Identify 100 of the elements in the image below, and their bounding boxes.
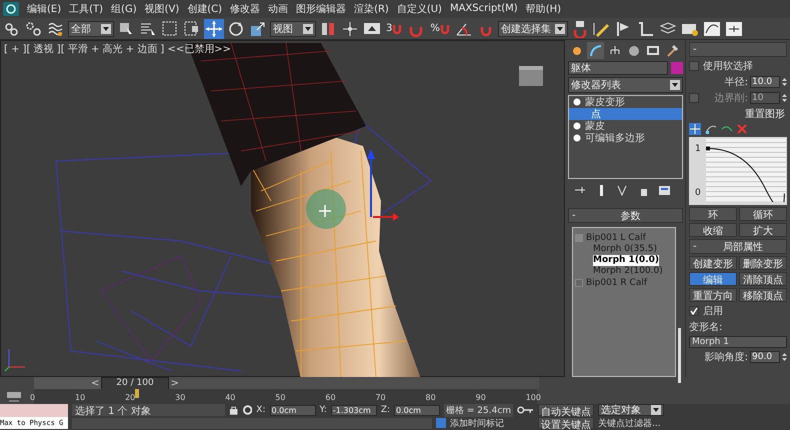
menu-item[interactable]: 编辑(E) — [26, 2, 62, 16]
rollout-header[interactable]: - 参数 — [568, 208, 683, 224]
selection-button[interactable]: 环 — [689, 207, 737, 222]
object-name-field[interactable]: 躯体 — [568, 61, 668, 76]
auto-key-button[interactable]: 自动关键点 — [538, 404, 594, 416]
tree-item[interactable]: Morph 1(0.0) — [593, 255, 659, 266]
dropdown-arrow-icon — [303, 24, 313, 34]
field-label: 影响角度: — [704, 350, 748, 364]
time-slider-track[interactable]: < 20 / 100 > — [34, 377, 539, 390]
key-icon — [517, 405, 534, 416]
tick-label: 60 — [325, 393, 336, 402]
next-frame-button[interactable]: > — [170, 378, 179, 389]
menu-item[interactable]: 图形编辑器 — [295, 2, 348, 16]
morph-button[interactable]: 移除顶点 — [739, 288, 787, 302]
menu-item[interactable]: 工具(T) — [68, 2, 104, 16]
menu-item[interactable]: 自定义(U) — [396, 2, 443, 16]
time-tag-icon — [436, 418, 446, 428]
collapse-sign[interactable]: - — [693, 241, 697, 252]
morph-button[interactable]: 清除顶点 — [739, 272, 787, 286]
rollout-title: 参数 — [619, 210, 642, 223]
dropdown[interactable]: 视图 — [270, 20, 316, 37]
dropdown[interactable]: 全部 — [68, 20, 114, 37]
coordinate-field[interactable]: 0.0cm — [394, 404, 440, 416]
menu-item[interactable]: 视图(V) — [144, 2, 180, 16]
tick-label: 50 — [275, 393, 286, 402]
snap-toggle[interactable]: 3 — [384, 20, 404, 38]
number-field[interactable]: 90.0 — [750, 351, 780, 364]
disc-icon — [626, 44, 640, 58]
coordinate-field[interactable]: -1.303cm — [330, 404, 377, 416]
coordinate-label: Y: — [320, 405, 327, 416]
magnet-icon — [392, 22, 402, 35]
checkbox[interactable] — [689, 61, 699, 72]
stack-item[interactable]: 可编辑多边形 — [569, 132, 682, 144]
checkbox[interactable] — [689, 306, 699, 316]
coordinate-field[interactable]: 0.0cm — [270, 404, 316, 416]
previous-frame-button[interactable]: < — [91, 378, 100, 389]
stack-item[interactable]: 点 — [569, 108, 682, 120]
number-field[interactable]: 10.0 — [750, 76, 780, 88]
key-filters-link[interactable]: 关键点过滤器... — [598, 416, 661, 430]
menu-item[interactable]: 创建(C) — [186, 2, 224, 16]
viewport-label[interactable]: [ + ][ 透视 ][ 平滑 + 高光 + 边面 ] <<已禁用>> — [4, 42, 232, 56]
stack-item[interactable]: 蒙皮 — [569, 120, 682, 132]
add-time-tag-link[interactable]: 添加时间标记 — [450, 416, 504, 430]
menu-item[interactable]: 动画 — [267, 2, 290, 16]
axis-label: 1 — [694, 144, 702, 154]
morph-button[interactable]: 重置方向 — [689, 288, 737, 302]
move-icon — [205, 20, 223, 38]
expand-toggle[interactable] — [575, 279, 583, 288]
menu-item[interactable]: 帮助(H) — [524, 2, 562, 16]
morph-button[interactable]: 创建变形 — [689, 256, 737, 270]
tick-label: 70 — [375, 393, 386, 402]
morph-button[interactable]: 编辑 — [689, 272, 737, 286]
curve-point-icon — [705, 123, 717, 136]
grid-size-status: 栅格 = 25.4cm — [444, 404, 514, 417]
reset-graph-button[interactable]: 重置图形 — [743, 107, 787, 122]
field-label: 边界削: — [714, 92, 748, 106]
snap-toggle[interactable]: % — [428, 20, 452, 38]
coordinate-label: Z: — [380, 405, 390, 416]
expand-toggle[interactable] — [575, 234, 583, 242]
key-mode-dropdown[interactable]: 选定对象 — [598, 404, 664, 416]
bulb-icon — [573, 98, 581, 106]
panel-tab[interactable] — [587, 42, 604, 60]
selection-button[interactable]: 循环 — [739, 207, 787, 222]
axis-tripod-icon — [4, 348, 26, 372]
selection-button[interactable]: 扩大 — [739, 223, 787, 238]
dashed-rect-icon — [161, 20, 179, 38]
pivot-icon — [341, 20, 359, 38]
rotate-icon — [227, 20, 245, 38]
menu-item[interactable]: 修改器 — [229, 2, 262, 16]
spinner-arrows-icon — [782, 352, 787, 362]
collapse-sign[interactable]: - — [693, 44, 697, 56]
tick-label: 90 — [476, 393, 486, 402]
set-key-button[interactable]: 设置关键点 — [538, 417, 594, 430]
scrollbar[interactable] — [678, 328, 681, 384]
tick-label: 20 — [125, 393, 136, 402]
time-marker-icon — [134, 389, 139, 398]
rollout-header[interactable]: - 局部属性 — [689, 239, 787, 254]
menu-item[interactable]: 渲染(R) — [353, 2, 390, 16]
menu-item[interactable]: 组(G) — [110, 2, 138, 16]
modifier-list-dropdown[interactable]: 修改器列表 — [568, 77, 683, 94]
unlink-icon — [25, 20, 43, 38]
coordinate-label: X: — [256, 405, 266, 416]
morph-button[interactable]: 删除变形 — [739, 256, 787, 270]
app-logo-icon — [2, 0, 20, 17]
checkbox-label: 启用 — [703, 304, 723, 318]
rollout-header[interactable]: - — [689, 42, 787, 58]
checkbox-label: 使用软选择 — [703, 60, 753, 74]
menu-item[interactable]: MAXScript(M) — [448, 3, 519, 14]
selection-button[interactable]: 收缩 — [689, 223, 737, 238]
viewport[interactable]: [ + ][ 透视 ][ 平滑 + 高光 + 边面 ] <<已禁用>> — [0, 40, 565, 378]
object-color-swatch[interactable] — [671, 62, 683, 74]
collapse-sign[interactable]: - — [572, 210, 576, 222]
move-gizmo-icon — [367, 149, 399, 222]
tick-label: 10 — [74, 393, 86, 402]
dropdown[interactable]: 创建选择集 — [498, 20, 568, 37]
morph-name-field[interactable]: Morph 1 — [689, 336, 787, 348]
time-slider[interactable]: < 20 / 100 > — [91, 377, 179, 390]
stack-item[interactable]: 蒙皮变形 — [569, 96, 682, 108]
toolbar-button[interactable] — [204, 18, 224, 39]
fork-icon — [616, 184, 629, 198]
